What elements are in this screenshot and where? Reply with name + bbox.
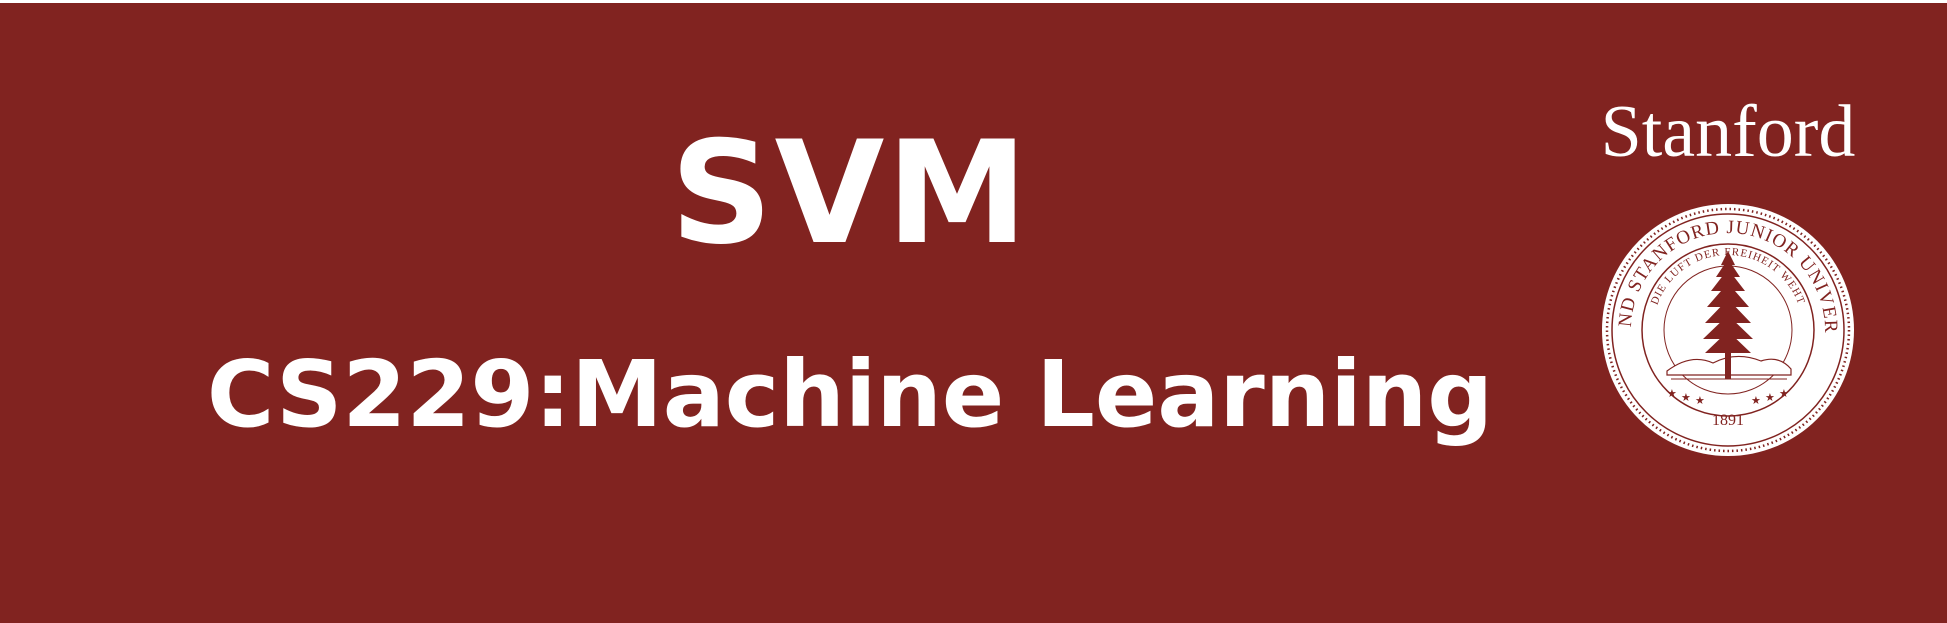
seal-year: 1891 bbox=[1712, 412, 1744, 429]
svg-text:★: ★ bbox=[1681, 391, 1691, 404]
svg-text:★: ★ bbox=[1765, 391, 1775, 404]
svg-text:★: ★ bbox=[1751, 394, 1761, 407]
stanford-seal: LELAND STANFORD JUNIOR UNIVERSITY DIE LU… bbox=[1601, 203, 1854, 456]
stanford-wordmark: Stanford bbox=[1600, 91, 1856, 173]
slide-title: SVM bbox=[670, 111, 1030, 276]
slide-subtitle: CS229:Machine Learning bbox=[206, 341, 1494, 448]
svg-text:★: ★ bbox=[1667, 387, 1677, 400]
svg-text:★: ★ bbox=[1779, 387, 1789, 400]
title-slide: SVM CS229:Machine Learning Stanford LELA… bbox=[0, 3, 1947, 623]
svg-text:★: ★ bbox=[1695, 394, 1705, 407]
